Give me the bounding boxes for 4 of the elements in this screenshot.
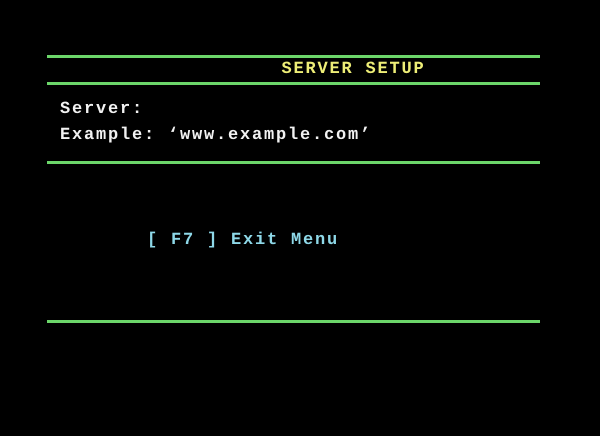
menu-option[interactable]: [ F7 ] Exit Menu	[147, 230, 340, 252]
field-label: Server:	[60, 99, 146, 121]
screen-title: SERVER SETUP	[280, 59, 427, 81]
hint-text: Example: ‘www.example.com’	[60, 125, 374, 147]
